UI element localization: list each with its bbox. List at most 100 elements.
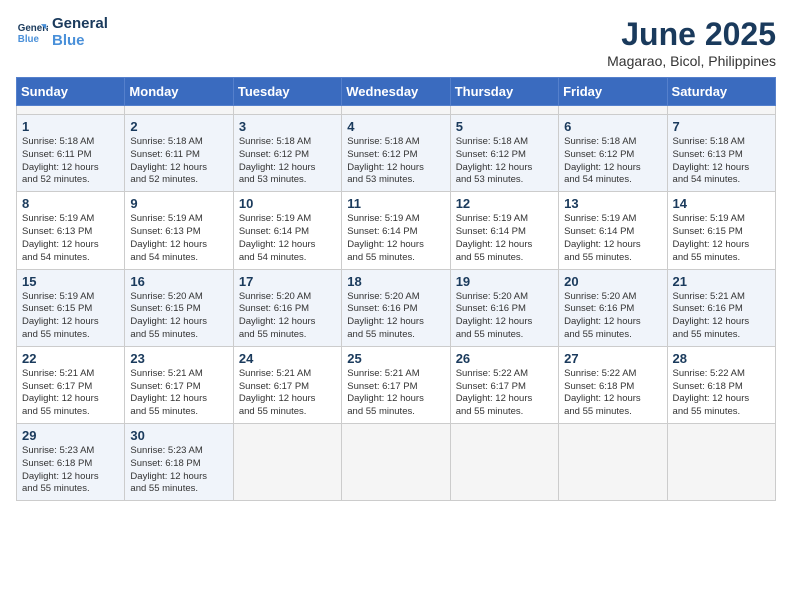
day-number: 25	[347, 351, 444, 366]
header-wednesday: Wednesday	[342, 78, 450, 106]
header-saturday: Saturday	[667, 78, 775, 106]
calendar-cell: 1 Sunrise: 5:18 AM Sunset: 6:11 PM Daylig…	[17, 115, 125, 192]
calendar-cell: 23Sunrise: 5:21 AM Sunset: 6:17 PM Dayli…	[125, 346, 233, 423]
day-info: Sunrise: 5:19 AM Sunset: 6:14 PM Dayligh…	[347, 213, 444, 264]
calendar-title: June 2025	[607, 16, 776, 53]
calendar-cell: 18Sunrise: 5:20 AM Sunset: 6:16 PM Dayli…	[342, 269, 450, 346]
week-row-5: 29 Sunrise: 5:23 AM Sunset: 6:18 PM Dayli…	[17, 424, 776, 501]
day-info: Sunrise: 5:18 AM Sunset: 6:12 PM Dayligh…	[347, 136, 444, 187]
day-info: Sunrise: 5:18 AM Sunset: 6:11 PM Dayligh…	[22, 136, 119, 187]
header-monday: Monday	[125, 78, 233, 106]
calendar-cell: 27 Sunrise: 5:22 AM Sunset: 6:18 PM Dayli…	[559, 346, 667, 423]
day-info: Sunrise: 5:23 AM Sunset: 6:18 PM Dayligh…	[22, 445, 119, 496]
day-number: 2	[130, 119, 227, 134]
day-number: 18	[347, 274, 444, 289]
day-info: Sunrise: 5:21 AM Sunset: 6:17 PM Dayligh…	[239, 368, 336, 419]
calendar-subtitle: Magarao, Bicol, Philippines	[607, 53, 776, 69]
header-thursday: Thursday	[450, 78, 558, 106]
calendar-cell	[125, 106, 233, 115]
logo-text-general: General	[52, 16, 108, 33]
logo-icon: General Blue	[16, 17, 48, 49]
calendar-cell	[17, 106, 125, 115]
day-number: 22	[22, 351, 119, 366]
calendar-cell	[450, 106, 558, 115]
calendar-cell: 12 Sunrise: 5:19 AM Sunset: 6:14 PM Dayli…	[450, 192, 558, 269]
calendar-cell	[667, 424, 775, 501]
calendar-cell: 25Sunrise: 5:21 AM Sunset: 6:17 PM Dayli…	[342, 346, 450, 423]
calendar-cell: 2Sunrise: 5:18 AM Sunset: 6:11 PM Daylig…	[125, 115, 233, 192]
day-number: 15	[22, 274, 119, 289]
calendar-cell	[342, 106, 450, 115]
day-number: 29	[22, 428, 119, 443]
day-info: Sunrise: 5:22 AM Sunset: 6:18 PM Dayligh…	[564, 368, 661, 419]
day-number: 14	[673, 196, 770, 211]
day-info: Sunrise: 5:19 AM Sunset: 6:13 PM Dayligh…	[22, 213, 119, 264]
calendar-cell: 22Sunrise: 5:21 AM Sunset: 6:17 PM Dayli…	[17, 346, 125, 423]
week-row-3: 15 Sunrise: 5:19 AM Sunset: 6:15 PM Dayli…	[17, 269, 776, 346]
title-block: June 2025 Magarao, Bicol, Philippines	[607, 16, 776, 69]
day-info: Sunrise: 5:19 AM Sunset: 6:14 PM Dayligh…	[564, 213, 661, 264]
calendar-cell: 21Sunrise: 5:21 AM Sunset: 6:16 PM Dayli…	[667, 269, 775, 346]
day-number: 11	[347, 196, 444, 211]
svg-text:Blue: Blue	[18, 33, 40, 44]
day-number: 30	[130, 428, 227, 443]
calendar-cell: 13Sunrise: 5:19 AM Sunset: 6:14 PM Dayli…	[559, 192, 667, 269]
day-number: 10	[239, 196, 336, 211]
day-number: 5	[456, 119, 553, 134]
day-number: 4	[347, 119, 444, 134]
day-number: 24	[239, 351, 336, 366]
calendar-cell: 16Sunrise: 5:20 AM Sunset: 6:15 PM Dayli…	[125, 269, 233, 346]
day-number: 1	[22, 119, 119, 134]
calendar-cell	[450, 424, 558, 501]
calendar-cell	[559, 424, 667, 501]
calendar-cell: 26 Sunrise: 5:22 AM Sunset: 6:17 PM Dayli…	[450, 346, 558, 423]
week-row-0	[17, 106, 776, 115]
header-tuesday: Tuesday	[233, 78, 341, 106]
day-info: Sunrise: 5:19 AM Sunset: 6:13 PM Dayligh…	[130, 213, 227, 264]
day-info: Sunrise: 5:21 AM Sunset: 6:16 PM Dayligh…	[673, 291, 770, 342]
day-number: 27	[564, 351, 661, 366]
day-info: Sunrise: 5:22 AM Sunset: 6:18 PM Dayligh…	[673, 368, 770, 419]
calendar-cell	[233, 106, 341, 115]
calendar-cell	[559, 106, 667, 115]
day-number: 12	[456, 196, 553, 211]
calendar-cell: 29 Sunrise: 5:23 AM Sunset: 6:18 PM Dayli…	[17, 424, 125, 501]
calendar-cell: 4 Sunrise: 5:18 AM Sunset: 6:12 PM Daylig…	[342, 115, 450, 192]
day-info: Sunrise: 5:18 AM Sunset: 6:12 PM Dayligh…	[456, 136, 553, 187]
calendar-cell: 9 Sunrise: 5:19 AM Sunset: 6:13 PM Daylig…	[125, 192, 233, 269]
calendar-cell: 3 Sunrise: 5:18 AM Sunset: 6:12 PM Daylig…	[233, 115, 341, 192]
day-number: 19	[456, 274, 553, 289]
week-row-4: 22 Sunrise: 5:21 AM Sunset: 6:17 PM Dayli…	[17, 346, 776, 423]
calendar-cell: 30 Sunrise: 5:23 AM Sunset: 6:18 PM Dayli…	[125, 424, 233, 501]
day-number: 26	[456, 351, 553, 366]
day-number: 3	[239, 119, 336, 134]
day-info: Sunrise: 5:21 AM Sunset: 6:17 PM Dayligh…	[130, 368, 227, 419]
calendar-table: SundayMondayTuesdayWednesdayThursdayFrid…	[16, 77, 776, 501]
week-row-2: 8Sunrise: 5:19 AM Sunset: 6:13 PM Daylig…	[17, 192, 776, 269]
day-info: Sunrise: 5:19 AM Sunset: 6:14 PM Dayligh…	[456, 213, 553, 264]
calendar-cell: 28Sunrise: 5:22 AM Sunset: 6:18 PM Dayli…	[667, 346, 775, 423]
day-info: Sunrise: 5:22 AM Sunset: 6:17 PM Dayligh…	[456, 368, 553, 419]
calendar-cell: 15 Sunrise: 5:19 AM Sunset: 6:15 PM Dayli…	[17, 269, 125, 346]
day-number: 17	[239, 274, 336, 289]
page-header: General Blue General Blue June 2025 Maga…	[16, 16, 776, 69]
day-number: 9	[130, 196, 227, 211]
calendar-cell: 17 Sunrise: 5:20 AM Sunset: 6:16 PM Dayli…	[233, 269, 341, 346]
day-number: 7	[673, 119, 770, 134]
day-info: Sunrise: 5:19 AM Sunset: 6:15 PM Dayligh…	[673, 213, 770, 264]
day-info: Sunrise: 5:20 AM Sunset: 6:16 PM Dayligh…	[239, 291, 336, 342]
calendar-cell: 20Sunrise: 5:20 AM Sunset: 6:16 PM Dayli…	[559, 269, 667, 346]
calendar-cell: 5 Sunrise: 5:18 AM Sunset: 6:12 PM Daylig…	[450, 115, 558, 192]
day-info: Sunrise: 5:19 AM Sunset: 6:15 PM Dayligh…	[22, 291, 119, 342]
day-number: 6	[564, 119, 661, 134]
logo-text-blue: Blue	[52, 33, 108, 50]
day-info: Sunrise: 5:20 AM Sunset: 6:15 PM Dayligh…	[130, 291, 227, 342]
calendar-cell: 8Sunrise: 5:19 AM Sunset: 6:13 PM Daylig…	[17, 192, 125, 269]
day-info: Sunrise: 5:20 AM Sunset: 6:16 PM Dayligh…	[456, 291, 553, 342]
day-info: Sunrise: 5:18 AM Sunset: 6:12 PM Dayligh…	[239, 136, 336, 187]
calendar-cell	[342, 424, 450, 501]
calendar-cell	[233, 424, 341, 501]
day-info: Sunrise: 5:23 AM Sunset: 6:18 PM Dayligh…	[130, 445, 227, 496]
header-friday: Friday	[559, 78, 667, 106]
calendar-cell: 11 Sunrise: 5:19 AM Sunset: 6:14 PM Dayli…	[342, 192, 450, 269]
